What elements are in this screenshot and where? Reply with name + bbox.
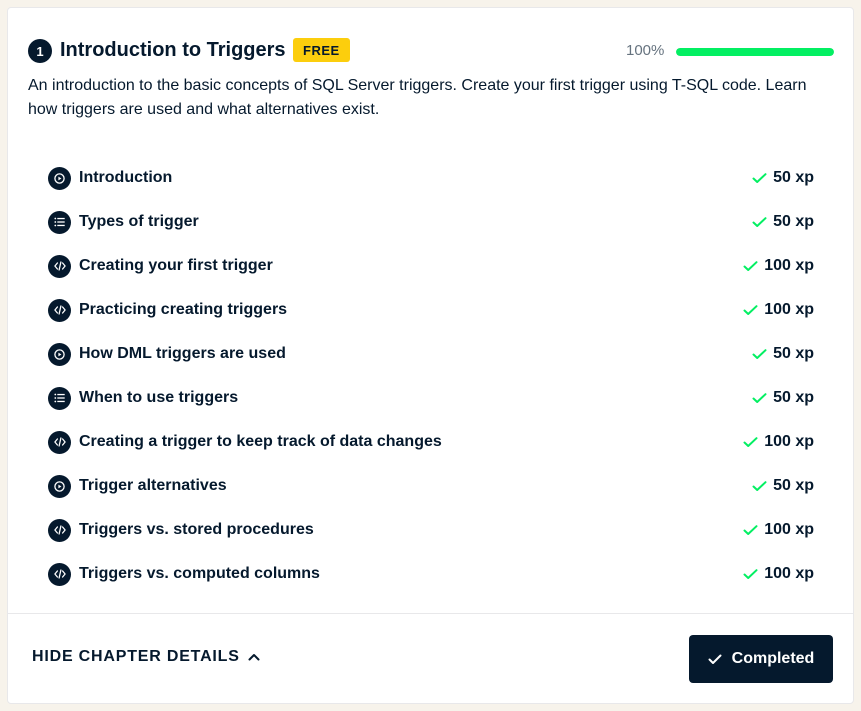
lesson-title: Triggers vs. computed columns xyxy=(79,565,320,582)
code-icon xyxy=(48,430,71,454)
video-icon xyxy=(48,474,71,498)
chevron-up-icon xyxy=(248,653,260,661)
lesson-title: Creating a trigger to keep track of data… xyxy=(79,433,442,450)
xp-value: 50 xp xyxy=(773,345,814,362)
lesson-xp: 50 xp xyxy=(752,332,814,376)
list-icon xyxy=(48,210,71,234)
xp-value: 50 xp xyxy=(773,213,814,230)
lesson-item[interactable]: Creating your first trigger 100 xp xyxy=(48,244,814,288)
lesson-xp: 50 xp xyxy=(752,376,814,420)
completed-button[interactable]: Completed xyxy=(689,635,833,683)
code-icon xyxy=(48,298,71,322)
free-badge: FREE xyxy=(293,38,350,62)
chapter-title: Introduction to Triggers xyxy=(60,39,286,61)
lesson-xp: 100 xp xyxy=(743,552,814,596)
lesson-title: Triggers vs. stored procedures xyxy=(79,521,314,538)
lesson-title: Trigger alternatives xyxy=(79,477,227,494)
chapter-description: An introduction to the basic concepts of… xyxy=(28,77,807,118)
check-icon xyxy=(743,524,758,536)
lesson-xp: 50 xp xyxy=(752,200,814,244)
xp-value: 50 xp xyxy=(773,389,814,406)
lesson-xp: 100 xp xyxy=(743,288,814,332)
chapter-number-badge: 1 xyxy=(28,39,52,63)
code-icon xyxy=(48,562,71,586)
lesson-xp: 100 xp xyxy=(743,420,814,464)
completed-label: Completed xyxy=(731,650,815,667)
lesson-xp: 100 xp xyxy=(743,244,814,288)
divider xyxy=(8,613,853,614)
xp-value: 100 xp xyxy=(764,301,814,318)
check-icon xyxy=(752,216,767,228)
lesson-title: Practicing creating triggers xyxy=(79,301,288,318)
check-icon xyxy=(752,172,767,184)
lesson-item[interactable]: When to use triggers 50 xp xyxy=(48,376,814,420)
hide-chapter-details-button[interactable]: HIDE CHAPTER DETAILS xyxy=(32,648,260,666)
code-icon xyxy=(48,254,71,278)
lesson-item[interactable]: Trigger alternatives 50 xp xyxy=(48,464,814,508)
check-icon xyxy=(752,480,767,492)
xp-value: 50 xp xyxy=(773,477,814,494)
lesson-title: Introduction xyxy=(79,169,173,186)
lesson-item[interactable]: Triggers vs. computed columns 100 xp xyxy=(48,552,814,596)
lesson-xp: 100 xp xyxy=(743,508,814,552)
progress-bar xyxy=(676,48,834,56)
xp-value: 50 xp xyxy=(773,169,814,186)
xp-value: 100 xp xyxy=(764,433,814,450)
lesson-title: Types of trigger xyxy=(79,213,199,230)
lesson-item[interactable]: Triggers vs. stored procedures 100 xp xyxy=(48,508,814,552)
video-icon xyxy=(48,166,71,190)
hide-chapter-details-label: HIDE CHAPTER DETAILS xyxy=(32,648,240,665)
lesson-item[interactable]: Types of trigger 50 xp xyxy=(48,200,814,244)
check-icon xyxy=(743,304,758,316)
code-icon xyxy=(48,518,71,542)
lesson-list: Introduction 50 xp Types of trigger 50 xp Cr… xyxy=(48,156,814,596)
check-icon xyxy=(743,568,758,580)
check-icon xyxy=(752,392,767,404)
xp-value: 100 xp xyxy=(764,521,814,538)
lesson-item[interactable]: Introduction 50 xp xyxy=(48,156,814,200)
lesson-xp: 50 xp xyxy=(752,156,814,200)
progress-bar-fill xyxy=(676,48,834,56)
xp-value: 100 xp xyxy=(764,565,814,582)
chapter-card: 1 Introduction to Triggers FREE 100% An … xyxy=(7,7,854,704)
check-icon xyxy=(708,654,722,665)
xp-value: 100 xp xyxy=(764,257,814,274)
lesson-item[interactable]: Practicing creating triggers 100 xp xyxy=(48,288,814,332)
video-icon xyxy=(48,342,71,366)
lesson-item[interactable]: How DML triggers are used 50 xp xyxy=(48,332,814,376)
check-icon xyxy=(752,348,767,360)
check-icon xyxy=(743,260,758,272)
lesson-xp: 50 xp xyxy=(752,464,814,508)
progress-percent: 100% xyxy=(626,42,665,59)
lesson-title: Creating your first trigger xyxy=(79,257,273,274)
chapter-header: 1 Introduction to Triggers FREE 100% xyxy=(28,36,834,66)
lesson-title: When to use triggers xyxy=(79,389,239,406)
lesson-item[interactable]: Creating a trigger to keep track of data… xyxy=(48,420,814,464)
check-icon xyxy=(743,436,758,448)
list-icon xyxy=(48,386,71,410)
lesson-title: How DML triggers are used xyxy=(79,345,286,362)
